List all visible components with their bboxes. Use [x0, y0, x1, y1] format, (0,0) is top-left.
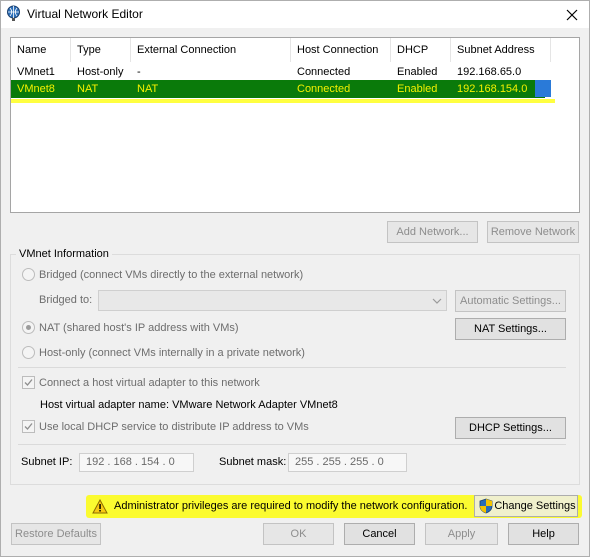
subnet-ip-label: Subnet IP: [21, 456, 73, 468]
cell-name: VMnet8 [17, 83, 55, 95]
change-settings-label: Change Settings [494, 500, 576, 512]
cell-dhcp: Enabled [397, 83, 438, 95]
cell-subnet-address: 192.168.154.0 [457, 83, 528, 95]
radio-button-icon [22, 268, 35, 281]
selection-highlight-tail [535, 80, 551, 97]
cell-host-connection: Connected [297, 83, 351, 95]
window-title: Virtual Network Editor [27, 7, 143, 21]
add-network-button[interactable]: Add Network... [387, 221, 478, 243]
adapter-name-text: Host virtual adapter name: VMware Networ… [40, 399, 338, 411]
use-dhcp-label: Use local DHCP service to distribute IP … [39, 420, 309, 433]
cell-dhcp: Enabled [397, 66, 438, 78]
column-header-type[interactable]: Type [71, 38, 131, 62]
host-only-radio[interactable]: Host-only (connect VMs internally in a p… [22, 346, 305, 359]
use-dhcp-checkbox[interactable]: Use local DHCP service to distribute IP … [22, 420, 309, 433]
cell-subnet-address: 192.168.65.0 [457, 66, 522, 78]
admin-warning-text: Administrator privileges are required to… [114, 500, 468, 512]
table-row-selected[interactable]: VMnet8 NAT NAT Connected Enabled 192.168… [11, 80, 555, 103]
bridged-to-label: Bridged to: [39, 294, 93, 306]
vmnet-information-title: VMnet Information [16, 248, 112, 260]
divider [18, 367, 566, 368]
automatic-settings-button[interactable]: Automatic Settings... [455, 290, 566, 312]
cell-type: NAT [77, 83, 99, 95]
column-header-host-connection[interactable]: Host Connection [291, 38, 391, 62]
connect-host-adapter-label: Connect a host virtual adapter to this n… [39, 376, 260, 389]
cell-external-connection: - [137, 66, 141, 78]
list-header: Name Type External Connection Host Conne… [11, 38, 579, 62]
divider [18, 444, 566, 445]
network-list[interactable]: Name Type External Connection Host Conne… [10, 37, 580, 213]
title-bar: Virtual Network Editor [1, 1, 589, 28]
column-header-external-connection[interactable]: External Connection [131, 38, 291, 62]
bridged-label: Bridged (connect VMs directly to the ext… [39, 268, 304, 281]
remove-network-button[interactable]: Remove Network [487, 221, 579, 243]
dhcp-settings-button[interactable]: DHCP Settings... [455, 417, 566, 439]
apply-button[interactable]: Apply [425, 523, 498, 545]
radio-button-icon [22, 346, 35, 359]
column-header-name[interactable]: Name [11, 38, 71, 62]
shield-icon [479, 498, 493, 514]
cell-name: VMnet1 [17, 66, 55, 78]
close-button[interactable] [555, 1, 589, 28]
help-button[interactable]: Help [508, 523, 579, 545]
connect-host-adapter-checkbox[interactable]: Connect a host virtual adapter to this n… [22, 376, 260, 389]
chevron-down-icon [432, 298, 442, 304]
checkbox-checked-icon [22, 376, 35, 389]
restore-defaults-button[interactable]: Restore Defaults [11, 523, 101, 545]
virtual-network-editor-window: Virtual Network Editor Name Type Externa… [0, 0, 590, 557]
nat-radio[interactable]: NAT (shared host's IP address with VMs) [22, 321, 239, 334]
host-only-label: Host-only (connect VMs internally in a p… [39, 346, 305, 359]
nat-label: NAT (shared host's IP address with VMs) [39, 321, 239, 334]
ok-button[interactable]: OK [263, 523, 334, 545]
subnet-mask-label: Subnet mask: [219, 456, 287, 468]
column-header-dhcp[interactable]: DHCP [391, 38, 451, 62]
checkbox-checked-icon [22, 420, 35, 433]
cancel-button[interactable]: Cancel [344, 523, 415, 545]
table-row[interactable]: VMnet1 Host-only - Connected Enabled 192… [11, 63, 579, 81]
column-header-subnet-address[interactable]: Subnet Address [451, 38, 551, 62]
network-globe-icon [7, 5, 20, 21]
radio-button-selected-icon [22, 321, 35, 334]
cell-external-connection: NAT [137, 83, 159, 95]
warning-icon [92, 499, 108, 514]
bridged-to-dropdown[interactable] [98, 290, 447, 311]
vmnet-information-group [10, 254, 580, 485]
cell-host-connection: Connected [297, 66, 351, 78]
bridged-radio[interactable]: Bridged (connect VMs directly to the ext… [22, 268, 303, 281]
subnet-ip-field[interactable]: 192 . 168 . 154 . 0 [79, 453, 194, 472]
close-icon [566, 9, 578, 20]
subnet-mask-field[interactable]: 255 . 255 . 255 . 0 [288, 453, 407, 472]
cell-type: Host-only [77, 66, 124, 78]
nat-settings-button[interactable]: NAT Settings... [455, 318, 566, 340]
